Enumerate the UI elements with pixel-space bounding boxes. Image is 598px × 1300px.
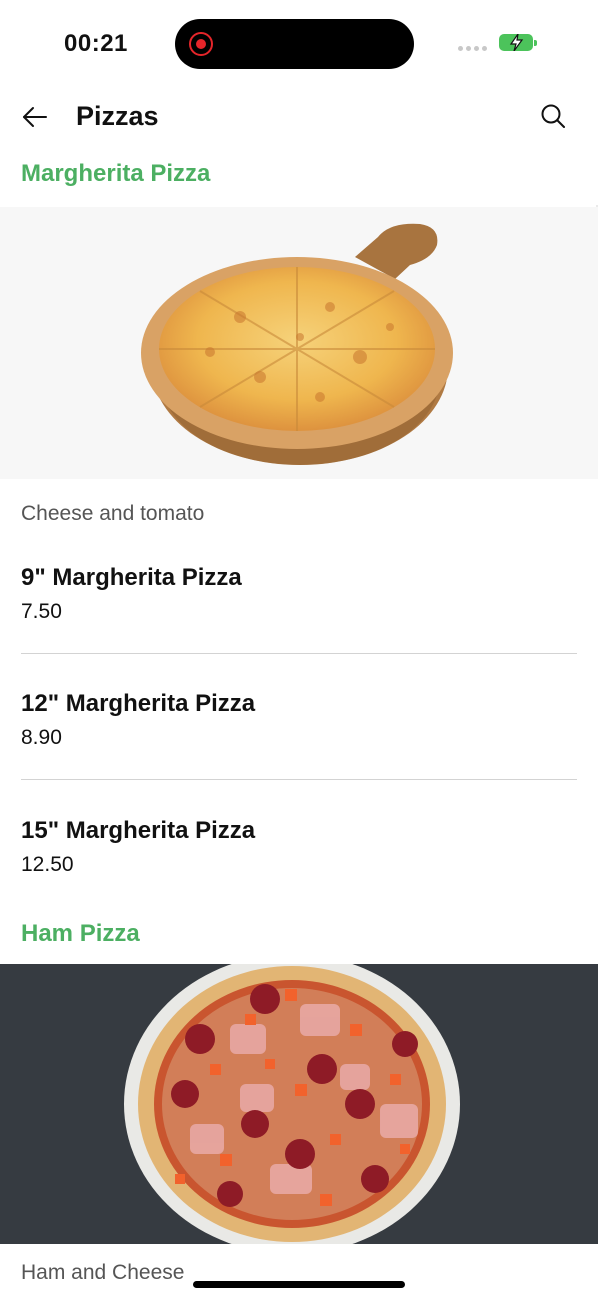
menu-item-name: 15" Margherita Pizza (21, 817, 256, 844)
cellular-signal-icon (458, 46, 487, 51)
menu-item-price: 8.90 (21, 726, 62, 749)
menu-item-name: 9" Margherita Pizza (21, 564, 242, 591)
status-time: 00:21 (64, 30, 128, 57)
back-button[interactable] (20, 102, 50, 132)
menu-item[interactable]: 15" Margherita Pizza 12.50 (21, 817, 577, 877)
margherita-pizza-image (0, 207, 598, 479)
menu-item-price: 12.50 (21, 853, 74, 876)
battery-charging-icon (499, 34, 537, 51)
menu-item[interactable]: 12" Margherita Pizza 8.90 (21, 690, 577, 750)
menu-item-name: 12" Margherita Pizza (21, 690, 256, 717)
dynamic-island (175, 19, 414, 69)
category-description-margherita: Cheese and tomato (21, 502, 205, 525)
divider (21, 653, 577, 654)
menu-item-price: 7.50 (21, 600, 62, 623)
category-title-margherita: Margherita Pizza (21, 160, 211, 187)
search-button[interactable] (539, 102, 567, 130)
category-description-ham: Ham and Cheese (21, 1261, 185, 1284)
menu-item[interactable]: 9" Margherita Pizza 7.50 (21, 564, 577, 624)
divider (21, 779, 577, 780)
search-icon (541, 104, 565, 128)
app-header: Pizzas (0, 88, 598, 148)
page-title: Pizzas (76, 101, 159, 131)
category-title-ham: Ham Pizza (21, 920, 140, 947)
arrow-left-icon (23, 107, 47, 127)
ham-pizza-image (0, 964, 598, 1244)
home-indicator[interactable] (193, 1281, 405, 1288)
recording-indicator-icon (189, 32, 213, 56)
status-bar: 00:21 (0, 0, 598, 88)
